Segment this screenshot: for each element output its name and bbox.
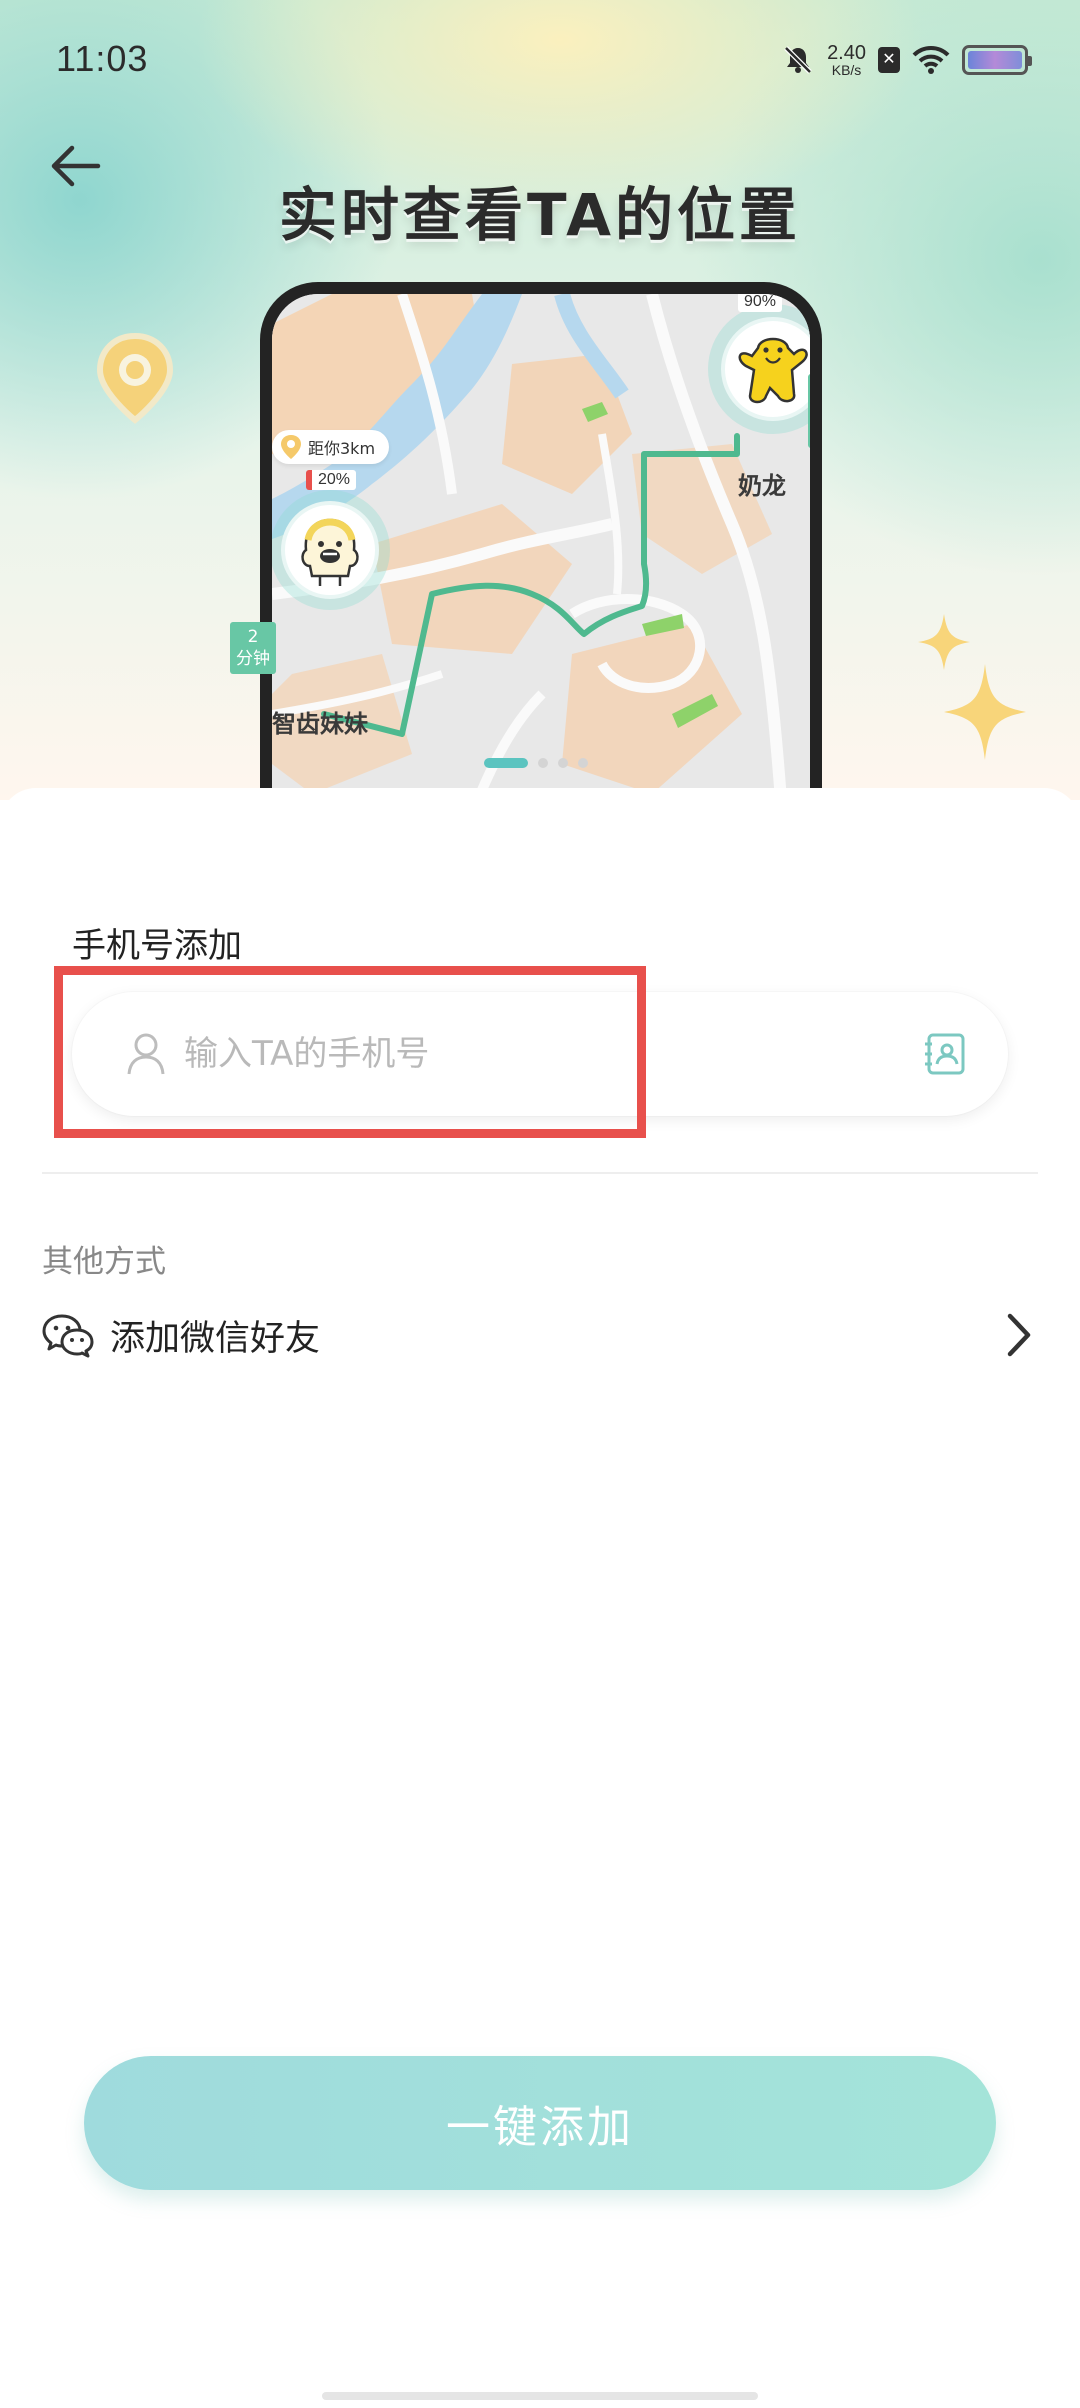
one-click-add-button[interactable]: 一键添加 [84,2056,996,2190]
battery-icon [962,45,1032,75]
carousel-dot[interactable] [578,758,588,768]
add-wechat-friend-row[interactable]: 添加微信好友 [42,1300,1038,1370]
wifi-icon [912,45,950,74]
phone-number-input[interactable] [184,1022,884,1086]
add-wechat-friend-label: 添加微信好友 [110,1318,321,1359]
carousel-dots [484,758,588,768]
carousel-dot[interactable] [558,758,568,768]
friend-2-battery: 20% [306,470,357,490]
friend-marker-2 [272,490,390,610]
friend-2-distance: 距你3km [308,439,376,458]
tooth-girl-avatar-icon [301,518,359,586]
friend-2-minutes-tag: 2 分钟 [230,622,276,674]
friend-2-distance-bubble: 距你3km [272,430,390,464]
contact-book-icon[interactable] [922,1030,970,1078]
divider [42,1172,1038,1174]
hero-banner: 11:03 2.40 KB/s ✕ 实时查看TA的位置 90% 奶龙 距你3km… [0,0,1080,800]
chevron-right-icon [1007,1313,1031,1357]
person-icon [127,1033,165,1075]
other-methods-title: 其他方式 [42,1244,166,1280]
status-bar: 11:03 2.40 KB/s ✕ [0,0,1080,120]
carousel-dot-active[interactable] [484,758,528,768]
friend-1-minutes-tag: 30 分钟 [808,374,810,448]
home-indicator[interactable] [322,2392,758,2400]
phone-mockup: 90% 30 分钟 奶龙 距你3km 20% [260,282,822,800]
sparkle-icon [944,664,1026,760]
friend-1-battery: 90% [738,294,783,312]
friend-1-name: 奶龙 [738,472,786,500]
yellow-dragon-avatar-icon [738,337,808,404]
status-time: 11:03 [56,38,149,79]
carousel-dot[interactable] [538,758,548,768]
banner-title: 实时查看TA的位置 [279,181,801,249]
wechat-icon [42,1314,94,1358]
mute-bell-icon [784,46,812,74]
phone-add-title: 手机号添加 [72,926,242,966]
net-speed: 2.40 KB/s [827,42,866,78]
phone-input-field[interactable] [72,992,1008,1116]
friend-2-name: 智齿妹妹 [272,710,368,738]
location-pin-icon [281,435,301,459]
friend-avatar-2 [281,501,379,599]
location-pin-icon [96,332,174,424]
sim-off-icon: ✕ [878,47,900,73]
friend-avatar-1 [721,317,810,421]
status-icons: 2.40 KB/s ✕ [781,40,1032,80]
